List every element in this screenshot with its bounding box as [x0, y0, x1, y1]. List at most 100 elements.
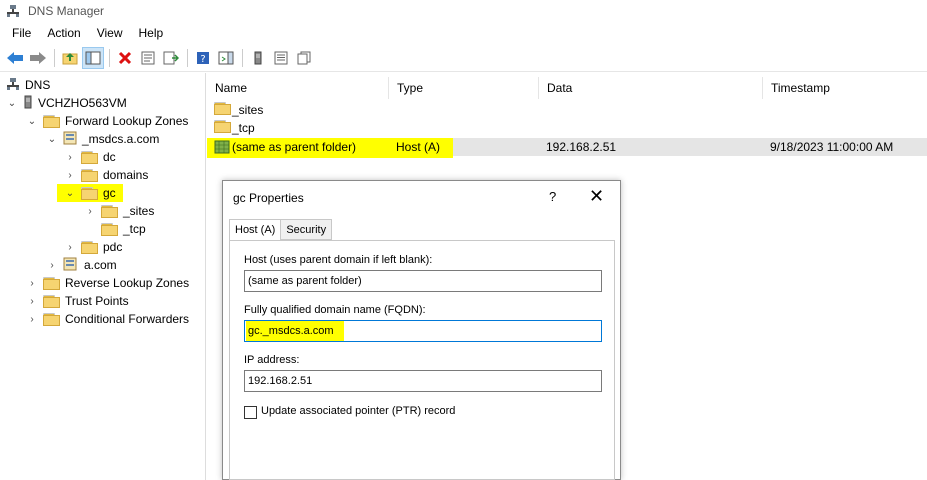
column-header-name[interactable]: Name — [207, 77, 389, 99]
ptr-checkbox[interactable] — [244, 406, 257, 419]
ptr-checkbox-label: Update associated pointer (PTR) record — [261, 405, 456, 417]
tab-security[interactable]: Security — [280, 219, 333, 240]
fqdn-value: gc._msdcs.a.com — [248, 325, 334, 337]
copy-icon[interactable] — [293, 47, 315, 69]
folder-icon — [101, 204, 118, 218]
tree-item-reverse-lookup-zones[interactable]: › Reverse Lookup Zones — [26, 274, 189, 292]
forward-arrow-icon[interactable] — [27, 47, 49, 69]
list-row[interactable]: (same as parent folder) Host (A) 192.168… — [207, 138, 927, 158]
properties-icon[interactable] — [137, 47, 159, 69]
tree-item-pdc[interactable]: › pdc — [64, 238, 122, 256]
action-pane-icon[interactable] — [215, 47, 237, 69]
host-record-icon — [214, 140, 230, 157]
chevron-right-icon[interactable]: › — [64, 151, 76, 163]
tree-item-conditional-forwarders[interactable]: › Conditional Forwarders — [26, 310, 189, 328]
dns-icon — [6, 77, 20, 94]
menu-view[interactable]: View — [89, 23, 131, 43]
tab-host-a[interactable]: Host (A) — [229, 219, 282, 241]
zone-icon — [63, 131, 77, 148]
chevron-right-icon[interactable]: › — [26, 277, 38, 289]
menu-action[interactable]: Action — [39, 23, 88, 43]
title-bar: DNS Manager — [0, 0, 927, 22]
folder-icon — [43, 276, 60, 290]
list-row[interactable]: _sites — [207, 101, 927, 119]
toolbar-separator — [187, 48, 188, 67]
tree-item-server[interactable]: ⌄ VCHZHO563VM — [6, 94, 127, 112]
folder-icon — [81, 186, 98, 200]
toolbar: ? — [0, 44, 927, 72]
record-timestamp: 9/18/2023 11:00:00 AM — [770, 140, 894, 154]
back-arrow-icon[interactable] — [4, 47, 26, 69]
properties-dialog: gc Properties ? ✕ Host (A) Security Host… — [222, 180, 621, 480]
menu-help[interactable]: Help — [131, 23, 172, 43]
results-pane: Name Type Data Timestamp _sites _tcp (sa… — [207, 73, 927, 480]
folder-icon — [81, 168, 98, 182]
column-header-type[interactable]: Type — [389, 77, 539, 99]
tree-item-dns[interactable]: DNS — [6, 76, 50, 94]
host-field-label: Host (uses parent domain if left blank): — [244, 254, 433, 266]
tab-panel-host-a: Host (uses parent domain if left blank):… — [229, 240, 615, 480]
record-data: 192.168.2.51 — [546, 140, 617, 154]
window-title: DNS Manager — [28, 4, 105, 18]
chevron-right-icon[interactable]: › — [84, 205, 96, 217]
dialog-tabs: Host (A) Security — [229, 219, 333, 241]
column-header-timestamp[interactable]: Timestamp — [763, 77, 927, 99]
delete-icon[interactable] — [114, 47, 136, 69]
tree-label: domains — [103, 168, 149, 182]
list-row[interactable]: _tcp — [207, 119, 927, 137]
chevron-down-icon[interactable]: ⌄ — [64, 187, 76, 199]
up-folder-icon[interactable] — [59, 47, 81, 69]
chevron-right-icon[interactable]: › — [26, 295, 38, 307]
tree-label: Reverse Lookup Zones — [65, 276, 190, 290]
export-list-icon[interactable] — [160, 47, 182, 69]
chevron-down-icon[interactable]: ⌄ — [26, 115, 38, 127]
server-icon[interactable] — [247, 47, 269, 69]
tree-item-domains[interactable]: › domains — [64, 166, 148, 184]
chevron-right-icon[interactable]: › — [64, 169, 76, 181]
tree-item-forward-lookup-zones[interactable]: ⌄ Forward Lookup Zones — [26, 112, 189, 130]
help-button[interactable]: ? — [549, 189, 556, 204]
toolbar-separator — [242, 48, 243, 67]
chevron-right-icon[interactable]: › — [64, 241, 76, 253]
ip-address-field[interactable]: 192.168.2.51 — [244, 370, 602, 392]
tree-label: a.com — [84, 258, 117, 272]
list-icon[interactable] — [270, 47, 292, 69]
tree-label: VCHZHO563VM — [38, 96, 127, 110]
show-hide-tree-icon[interactable] — [82, 46, 104, 69]
menu-bar: File Action View Help — [0, 22, 927, 44]
tree-item-trust-points[interactable]: › Trust Points — [26, 292, 129, 310]
chevron-right-icon[interactable]: › — [26, 313, 38, 325]
console-tree: DNS ⌄ VCHZHO563VM ⌄ Forward Lookup Zones… — [0, 73, 206, 480]
fqdn-field[interactable]: gc._msdcs.a.com — [244, 320, 602, 342]
tree-label: Forward Lookup Zones — [65, 114, 189, 128]
tree-item-a-com[interactable]: › a.com — [46, 256, 117, 274]
tree-item-gc[interactable]: ⌄ gc — [57, 184, 123, 202]
toolbar-separator — [109, 48, 110, 67]
help-icon[interactable]: ? — [192, 47, 214, 69]
tree-label: Trust Points — [65, 294, 129, 308]
folder-icon — [43, 114, 60, 128]
column-header-data[interactable]: Data — [539, 77, 763, 99]
tree-item-gc-tcp[interactable]: _tcp — [101, 220, 146, 238]
host-field[interactable]: (same as parent folder) — [244, 270, 602, 292]
menu-file[interactable]: File — [4, 23, 39, 43]
chevron-right-icon[interactable]: › — [46, 259, 58, 271]
folder-icon — [43, 294, 60, 308]
record-type: Host (A) — [396, 140, 441, 154]
folder-icon — [214, 120, 231, 133]
dialog-title: gc Properties — [233, 191, 304, 205]
record-name: (same as parent folder) — [232, 140, 357, 154]
tree-item-gc-sites[interactable]: › _sites — [84, 202, 154, 220]
tree-item-msdcs[interactable]: ⌄ _msdcs.a.com — [46, 130, 159, 148]
chevron-down-icon[interactable]: ⌄ — [6, 97, 18, 109]
svg-text:?: ? — [200, 54, 205, 65]
tree-item-dc[interactable]: › dc — [64, 148, 115, 166]
chevron-down-icon[interactable]: ⌄ — [46, 133, 58, 145]
close-button[interactable]: ✕ — [589, 186, 604, 207]
tree-label: gc — [103, 186, 116, 200]
zone-icon — [63, 257, 77, 274]
dns-manager-icon — [6, 4, 20, 18]
tree-label: _msdcs.a.com — [82, 132, 160, 146]
tree-label: _sites — [123, 204, 155, 218]
fqdn-field-label: Fully qualified domain name (FQDN): — [244, 304, 426, 316]
